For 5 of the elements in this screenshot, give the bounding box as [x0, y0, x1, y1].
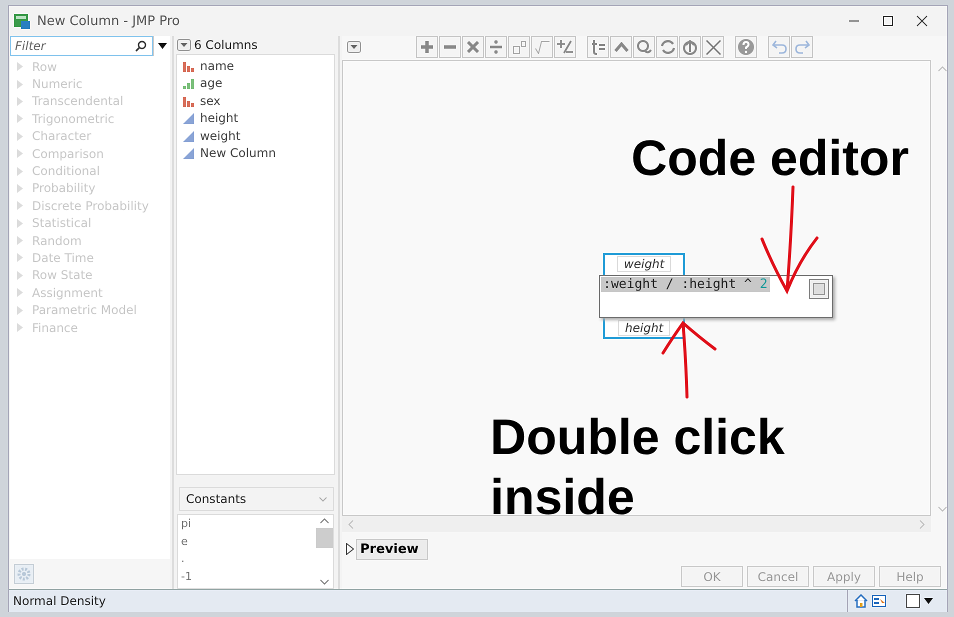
- window-title: New Column - JMP Pro: [37, 14, 181, 28]
- annotation-text: Double click inside: [490, 408, 786, 527]
- annotation-text: Code editor: [631, 129, 909, 188]
- column-count-label: 6 Columns: [194, 38, 258, 52]
- status-text: Normal Density: [13, 594, 107, 608]
